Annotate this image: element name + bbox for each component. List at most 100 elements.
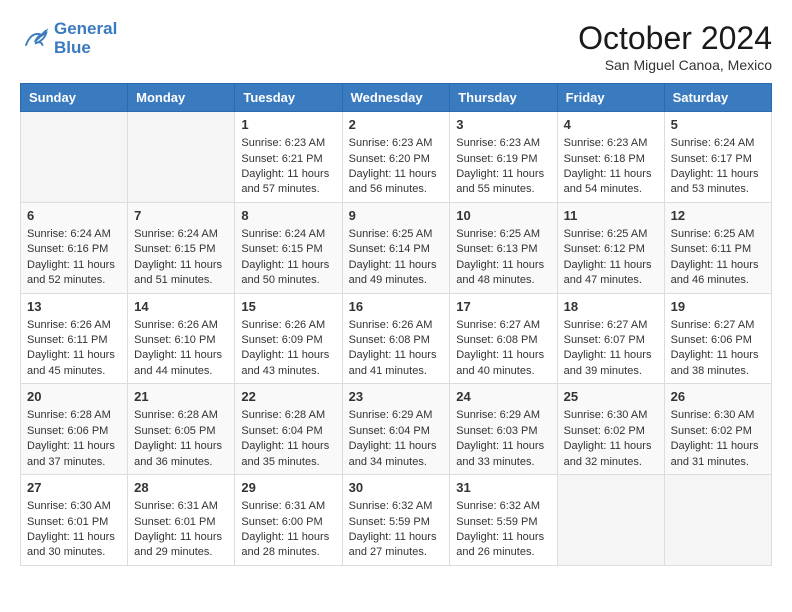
- weekday-header-sunday: Sunday: [21, 84, 128, 112]
- day-number: 19: [671, 298, 765, 316]
- day-number: 6: [27, 207, 121, 225]
- sunset-text: Sunset: 6:07 PM: [564, 333, 658, 348]
- daylight-text: Daylight: 11 hours and 34 minutes.: [349, 439, 444, 470]
- cell-content: 21Sunrise: 6:28 AMSunset: 6:05 PMDayligh…: [134, 388, 228, 470]
- day-number: 22: [241, 388, 335, 406]
- sunrise-text: Sunrise: 6:26 AM: [349, 318, 444, 333]
- day-number: 5: [671, 116, 765, 134]
- week-row-3: 13Sunrise: 6:26 AMSunset: 6:11 PMDayligh…: [21, 293, 772, 384]
- sunset-text: Sunset: 6:02 PM: [671, 424, 765, 439]
- cell-content: 8Sunrise: 6:24 AMSunset: 6:15 PMDaylight…: [241, 207, 335, 289]
- weekday-header-monday: Monday: [128, 84, 235, 112]
- sunrise-text: Sunrise: 6:25 AM: [671, 227, 765, 242]
- sunset-text: Sunset: 6:12 PM: [564, 242, 658, 257]
- sunrise-text: Sunrise: 6:23 AM: [564, 136, 658, 151]
- cell-content: 25Sunrise: 6:30 AMSunset: 6:02 PMDayligh…: [564, 388, 658, 470]
- sunrise-text: Sunrise: 6:32 AM: [349, 499, 444, 514]
- cell-content: 10Sunrise: 6:25 AMSunset: 6:13 PMDayligh…: [456, 207, 550, 289]
- week-row-1: 1Sunrise: 6:23 AMSunset: 6:21 PMDaylight…: [21, 112, 772, 203]
- sunrise-text: Sunrise: 6:24 AM: [241, 227, 335, 242]
- day-number: 27: [27, 479, 121, 497]
- cell-content: 28Sunrise: 6:31 AMSunset: 6:01 PMDayligh…: [134, 479, 228, 561]
- daylight-text: Daylight: 11 hours and 51 minutes.: [134, 258, 228, 289]
- daylight-text: Daylight: 11 hours and 26 minutes.: [456, 530, 550, 561]
- cell-content: 26Sunrise: 6:30 AMSunset: 6:02 PMDayligh…: [671, 388, 765, 470]
- day-number: 4: [564, 116, 658, 134]
- daylight-text: Daylight: 11 hours and 28 minutes.: [241, 530, 335, 561]
- daylight-text: Daylight: 11 hours and 40 minutes.: [456, 348, 550, 379]
- cell-content: 7Sunrise: 6:24 AMSunset: 6:15 PMDaylight…: [134, 207, 228, 289]
- week-row-5: 27Sunrise: 6:30 AMSunset: 6:01 PMDayligh…: [21, 475, 772, 566]
- calendar-cell: 14Sunrise: 6:26 AMSunset: 6:10 PMDayligh…: [128, 293, 235, 384]
- cell-content: 15Sunrise: 6:26 AMSunset: 6:09 PMDayligh…: [241, 298, 335, 380]
- cell-content: 2Sunrise: 6:23 AMSunset: 6:20 PMDaylight…: [349, 116, 444, 198]
- sunset-text: Sunset: 6:18 PM: [564, 152, 658, 167]
- sunrise-text: Sunrise: 6:27 AM: [456, 318, 550, 333]
- page-header: General Blue October 2024 San Miguel Can…: [20, 20, 772, 73]
- calendar-cell: 8Sunrise: 6:24 AMSunset: 6:15 PMDaylight…: [235, 202, 342, 293]
- daylight-text: Daylight: 11 hours and 56 minutes.: [349, 167, 444, 198]
- calendar-cell: [664, 475, 771, 566]
- calendar-cell: 9Sunrise: 6:25 AMSunset: 6:14 PMDaylight…: [342, 202, 450, 293]
- daylight-text: Daylight: 11 hours and 41 minutes.: [349, 348, 444, 379]
- daylight-text: Daylight: 11 hours and 29 minutes.: [134, 530, 228, 561]
- logo-icon: [20, 24, 50, 54]
- cell-content: 24Sunrise: 6:29 AMSunset: 6:03 PMDayligh…: [456, 388, 550, 470]
- daylight-text: Daylight: 11 hours and 43 minutes.: [241, 348, 335, 379]
- day-number: 9: [349, 207, 444, 225]
- calendar-cell: 5Sunrise: 6:24 AMSunset: 6:17 PMDaylight…: [664, 112, 771, 203]
- sunset-text: Sunset: 6:08 PM: [456, 333, 550, 348]
- calendar-cell: 29Sunrise: 6:31 AMSunset: 6:00 PMDayligh…: [235, 475, 342, 566]
- sunset-text: Sunset: 5:59 PM: [349, 515, 444, 530]
- daylight-text: Daylight: 11 hours and 47 minutes.: [564, 258, 658, 289]
- daylight-text: Daylight: 11 hours and 30 minutes.: [27, 530, 121, 561]
- sunset-text: Sunset: 6:11 PM: [27, 333, 121, 348]
- calendar-cell: [557, 475, 664, 566]
- sunrise-text: Sunrise: 6:30 AM: [671, 408, 765, 423]
- cell-content: 17Sunrise: 6:27 AMSunset: 6:08 PMDayligh…: [456, 298, 550, 380]
- sunrise-text: Sunrise: 6:30 AM: [27, 499, 121, 514]
- sunset-text: Sunset: 6:20 PM: [349, 152, 444, 167]
- sunrise-text: Sunrise: 6:25 AM: [349, 227, 444, 242]
- calendar-cell: 19Sunrise: 6:27 AMSunset: 6:06 PMDayligh…: [664, 293, 771, 384]
- sunset-text: Sunset: 5:59 PM: [456, 515, 550, 530]
- cell-content: 1Sunrise: 6:23 AMSunset: 6:21 PMDaylight…: [241, 116, 335, 198]
- sunrise-text: Sunrise: 6:29 AM: [349, 408, 444, 423]
- sunset-text: Sunset: 6:21 PM: [241, 152, 335, 167]
- sunrise-text: Sunrise: 6:24 AM: [671, 136, 765, 151]
- calendar-cell: 1Sunrise: 6:23 AMSunset: 6:21 PMDaylight…: [235, 112, 342, 203]
- sunset-text: Sunset: 6:16 PM: [27, 242, 121, 257]
- sunset-text: Sunset: 6:01 PM: [134, 515, 228, 530]
- daylight-text: Daylight: 11 hours and 52 minutes.: [27, 258, 121, 289]
- cell-content: 22Sunrise: 6:28 AMSunset: 6:04 PMDayligh…: [241, 388, 335, 470]
- day-number: 29: [241, 479, 335, 497]
- day-number: 3: [456, 116, 550, 134]
- sunrise-text: Sunrise: 6:27 AM: [671, 318, 765, 333]
- sunset-text: Sunset: 6:02 PM: [564, 424, 658, 439]
- daylight-text: Daylight: 11 hours and 50 minutes.: [241, 258, 335, 289]
- logo-text: General Blue: [54, 20, 117, 57]
- cell-content: 23Sunrise: 6:29 AMSunset: 6:04 PMDayligh…: [349, 388, 444, 470]
- sunrise-text: Sunrise: 6:26 AM: [134, 318, 228, 333]
- daylight-text: Daylight: 11 hours and 39 minutes.: [564, 348, 658, 379]
- daylight-text: Daylight: 11 hours and 37 minutes.: [27, 439, 121, 470]
- calendar-cell: 30Sunrise: 6:32 AMSunset: 5:59 PMDayligh…: [342, 475, 450, 566]
- cell-content: 18Sunrise: 6:27 AMSunset: 6:07 PMDayligh…: [564, 298, 658, 380]
- cell-content: 9Sunrise: 6:25 AMSunset: 6:14 PMDaylight…: [349, 207, 444, 289]
- title-block: October 2024 San Miguel Canoa, Mexico: [578, 20, 772, 73]
- daylight-text: Daylight: 11 hours and 35 minutes.: [241, 439, 335, 470]
- weekday-header-tuesday: Tuesday: [235, 84, 342, 112]
- calendar-cell: 22Sunrise: 6:28 AMSunset: 6:04 PMDayligh…: [235, 384, 342, 475]
- sunset-text: Sunset: 6:15 PM: [134, 242, 228, 257]
- calendar-cell: 20Sunrise: 6:28 AMSunset: 6:06 PMDayligh…: [21, 384, 128, 475]
- day-number: 10: [456, 207, 550, 225]
- week-row-4: 20Sunrise: 6:28 AMSunset: 6:06 PMDayligh…: [21, 384, 772, 475]
- calendar-cell: [128, 112, 235, 203]
- weekday-header-row: SundayMondayTuesdayWednesdayThursdayFrid…: [21, 84, 772, 112]
- daylight-text: Daylight: 11 hours and 55 minutes.: [456, 167, 550, 198]
- daylight-text: Daylight: 11 hours and 49 minutes.: [349, 258, 444, 289]
- day-number: 28: [134, 479, 228, 497]
- sunset-text: Sunset: 6:01 PM: [27, 515, 121, 530]
- sunrise-text: Sunrise: 6:32 AM: [456, 499, 550, 514]
- sunrise-text: Sunrise: 6:27 AM: [564, 318, 658, 333]
